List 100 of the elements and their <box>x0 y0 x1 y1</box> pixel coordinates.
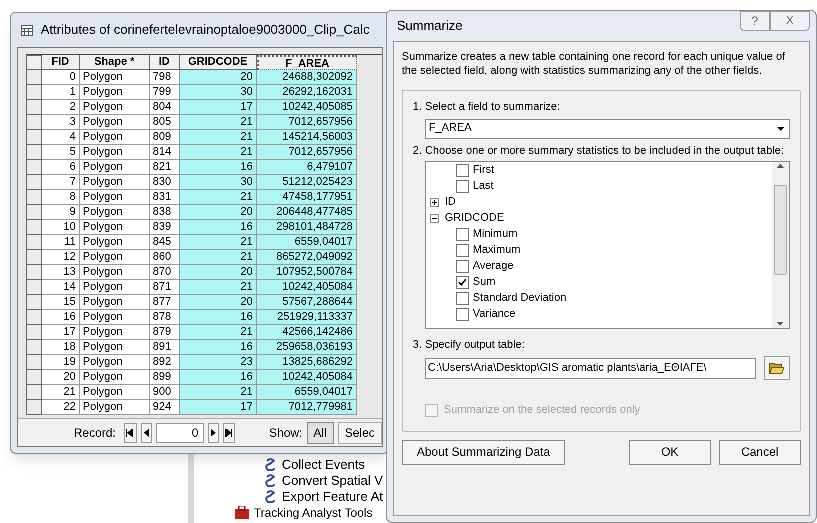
row-selector[interactable] <box>26 340 42 355</box>
table-cell: Polygon <box>80 145 150 160</box>
table-cell: Polygon <box>80 190 150 205</box>
table-cell: 814 <box>150 145 180 160</box>
checkbox[interactable] <box>456 308 469 321</box>
column-header[interactable]: F_AREA <box>257 55 357 70</box>
browse-button[interactable] <box>764 356 790 380</box>
field-dropdown[interactable]: F_AREA <box>425 118 790 138</box>
table-cell: 6559,04017 <box>257 385 357 400</box>
previous-icon <box>144 428 149 436</box>
output-table-field[interactable]: C:\Users\Aria\Desktop\GIS aromatic plants\aria_ΕΘΙΑΓΕ\ <box>425 358 756 378</box>
show-filter-button[interactable]: Selec <box>338 422 382 444</box>
last-icon <box>225 428 234 436</box>
table-cell: 879 <box>150 325 180 340</box>
row-selector[interactable] <box>26 280 42 295</box>
expand-icon[interactable] <box>430 198 439 207</box>
row-selector[interactable] <box>26 310 42 325</box>
previous-record-button[interactable] <box>140 422 152 442</box>
table-cell: 831 <box>150 190 180 205</box>
row-selector[interactable] <box>26 205 42 220</box>
table-cell: 892 <box>150 355 180 370</box>
table-cell: 7 <box>42 175 80 190</box>
first-record-button[interactable] <box>124 422 137 442</box>
row-selector[interactable] <box>26 190 42 205</box>
checkbox[interactable] <box>456 180 469 193</box>
next-record-button[interactable] <box>208 422 219 442</box>
row-selector[interactable] <box>26 385 42 400</box>
tree-item[interactable]: Tracking Analyst Tools <box>254 504 373 522</box>
checkbox[interactable] <box>456 276 469 289</box>
row-selector[interactable] <box>26 325 42 340</box>
table-cell: 145214,56003 <box>257 130 357 145</box>
row-selector[interactable] <box>26 400 42 415</box>
row-selector[interactable] <box>26 295 42 310</box>
table-cell: 870 <box>150 265 180 280</box>
statistic-label: Maximum <box>473 243 521 258</box>
statistic-label: Last <box>473 179 494 194</box>
dialog-button[interactable]: About Summarizing Data <box>402 440 566 464</box>
table-cell: 18 <box>42 340 80 355</box>
close-button[interactable]: X <box>770 11 810 31</box>
table-cell: 22 <box>42 400 80 415</box>
table-cell: 21 <box>42 385 80 400</box>
table-cell: 16 <box>180 310 257 325</box>
row-selector[interactable] <box>26 145 42 160</box>
row-selector[interactable] <box>26 85 42 100</box>
table-cell: 838 <box>150 205 180 220</box>
table-cell: 809 <box>150 130 180 145</box>
table-cell: 21 <box>180 130 257 145</box>
table-cell: 21 <box>180 235 257 250</box>
table-cell: Polygon <box>80 100 150 115</box>
table-cell: 865272,049092 <box>257 250 357 265</box>
table-cell: 8 <box>42 190 80 205</box>
record-field[interactable]: 0 <box>156 422 204 442</box>
row-selector[interactable] <box>26 70 42 85</box>
table-cell: 900 <box>150 385 180 400</box>
step-label: 2. Choose one or more summary statistics to be included in the output table: <box>413 144 786 158</box>
row-selector[interactable] <box>26 130 42 145</box>
row-selector[interactable] <box>26 250 42 265</box>
column-header[interactable]: ID <box>150 55 180 70</box>
table-cell: 860 <box>150 250 180 265</box>
row-selector[interactable] <box>26 235 42 250</box>
table-cell: 13 <box>42 265 80 280</box>
table-cell: 4 <box>42 130 80 145</box>
row-selector[interactable] <box>26 175 42 190</box>
row-selector[interactable] <box>26 370 42 385</box>
table-cell: 7012,779981 <box>257 400 357 415</box>
last-record-button[interactable] <box>222 422 236 442</box>
table-cell: 16 <box>42 310 80 325</box>
scrollbar[interactable] <box>772 162 789 328</box>
table-cell: 42566,142486 <box>257 325 357 340</box>
checkbox[interactable] <box>456 260 469 273</box>
step-label: 3. Specify output table: <box>413 338 526 352</box>
row-selector[interactable] <box>26 115 42 130</box>
row-selector[interactable] <box>26 220 42 235</box>
table-cell: 10 <box>42 220 80 235</box>
table-cell: 14 <box>42 280 80 295</box>
table-cell: 107952,500784 <box>257 265 357 280</box>
table-cell: Polygon <box>80 130 150 145</box>
step-label: 1. Select a field to summarize: <box>413 100 562 115</box>
row-selector[interactable] <box>26 265 42 280</box>
checkbox[interactable] <box>456 244 469 257</box>
table-cell: 21 <box>180 280 257 295</box>
collapse-icon[interactable] <box>430 214 439 223</box>
table-cell: 251929,113337 <box>257 310 357 325</box>
column-header[interactable]: GRIDCODE <box>180 55 257 70</box>
toolbox-icon <box>234 506 250 520</box>
dialog-button[interactable]: OK <box>629 440 711 464</box>
column-header[interactable]: FID <box>42 55 80 70</box>
row-selector[interactable] <box>26 100 42 115</box>
row-selector[interactable] <box>26 355 42 370</box>
table-cell: Polygon <box>80 175 150 190</box>
dialog-button[interactable]: Cancel <box>719 440 801 464</box>
table-cell: Polygon <box>80 370 150 385</box>
show-filter-button[interactable]: All <box>306 422 334 444</box>
table-cell: 57567,288644 <box>257 295 357 310</box>
checkbox[interactable] <box>456 164 469 177</box>
help-button[interactable]: ? <box>740 11 770 31</box>
column-header[interactable]: Shape * <box>80 55 150 70</box>
checkbox[interactable] <box>456 292 469 305</box>
row-selector[interactable] <box>26 160 42 175</box>
checkbox[interactable] <box>456 228 469 241</box>
